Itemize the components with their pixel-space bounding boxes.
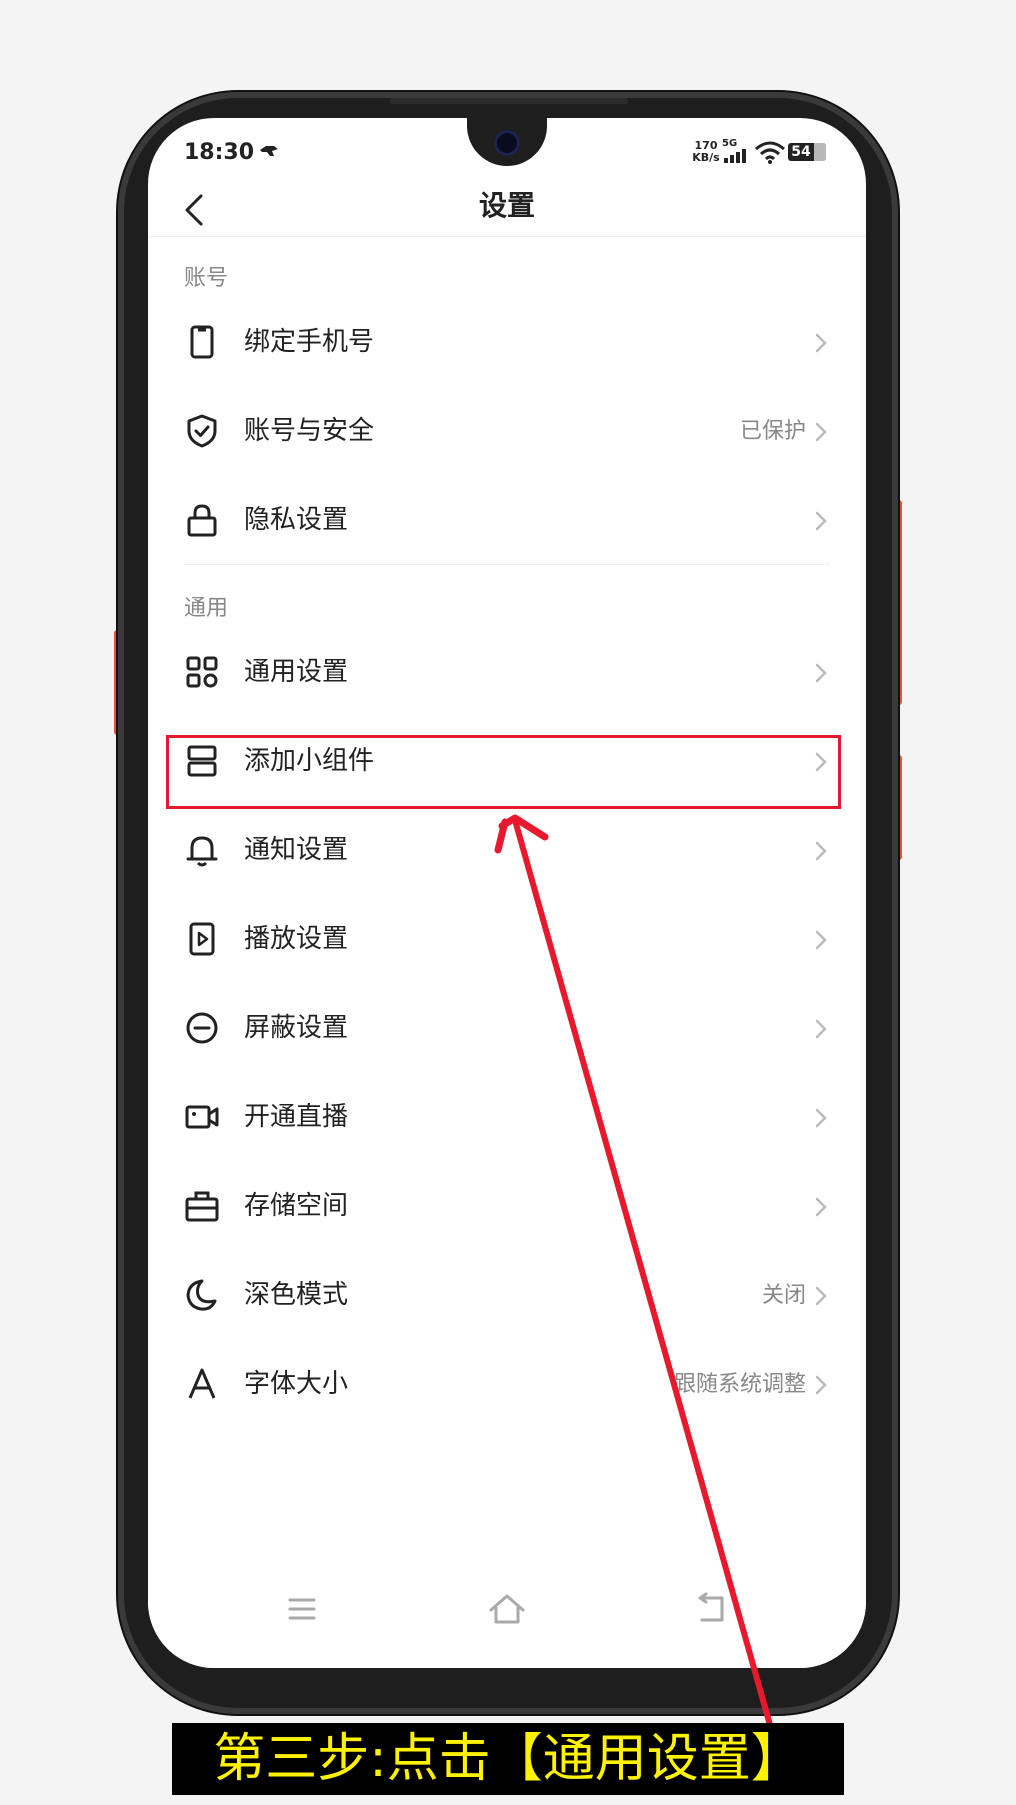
speaker-grille [390,98,628,104]
grid-icon [186,656,218,688]
menu-nav-button[interactable] [280,1590,324,1630]
settings-row-label: 账号与安全 [244,416,375,446]
block-icon [186,1012,218,1044]
lock-icon [187,504,217,537]
storage-icon [185,1191,219,1222]
settings-row-notifications[interactable]: 通知设置 [148,806,866,896]
settings-row-block[interactable]: 屏蔽设置 [148,984,866,1074]
notification-app-icon [258,142,280,163]
phone-icon [190,325,214,359]
chevron-right-icon [815,511,827,531]
settings-row-dark-mode[interactable]: 深色模式 关闭 [148,1251,866,1341]
settings-row-privacy[interactable]: 隐私设置 [148,476,866,566]
chevron-right-icon [815,422,827,442]
chevron-right-icon [815,663,827,683]
highlight-box [166,735,841,809]
return-icon [698,1592,724,1622]
tutorial-caption: 第三步:点击【通用设置】 [172,1723,844,1795]
settings-row-playback[interactable]: 播放设置 [148,895,866,985]
settings-row-label: 绑定手机号 [244,327,375,357]
home-icon [489,1594,525,1624]
settings-row-storage[interactable]: 存储空间 [148,1162,866,1252]
chevron-right-icon [815,333,827,353]
chevron-right-icon [815,1019,827,1039]
chevron-right-icon [815,1286,827,1306]
bell-icon [186,836,218,867]
settings-row-label: 屏蔽设置 [244,1013,349,1043]
settings-row-label: 开通直播 [244,1102,349,1132]
section-divider [184,564,830,565]
front-camera [494,130,520,156]
system-nav-bar [148,1578,866,1668]
chevron-right-icon [815,1375,827,1395]
status-time: 18:30 [184,140,255,165]
settings-row-account-security[interactable]: 账号与安全 已保护 [148,387,866,477]
chevron-right-icon [815,841,827,861]
signal-icon [724,149,750,163]
menu-icon [288,1598,316,1620]
settings-row-label: 播放设置 [244,924,349,954]
page-title: 设置 [478,189,535,222]
battery-icon: 54 [788,143,826,161]
section-title-account: 账号 [184,266,229,291]
settings-row-label: 存储空间 [244,1191,349,1221]
settings-row-value: 已保护 [739,419,806,444]
settings-row-label: 隐私设置 [244,505,349,535]
settings-row-live[interactable]: 开通直播 [148,1073,866,1163]
chevron-right-icon [815,1108,827,1128]
camera-icon [185,1105,219,1129]
shield-check-icon [187,414,217,448]
network-type: 5G [722,138,738,149]
settings-row-font-size[interactable]: 字体大小 跟随系统调整 [148,1340,866,1430]
font-icon [188,1368,216,1399]
settings-row-general-settings[interactable]: 通用设置 [148,628,866,718]
settings-row-label: 通用设置 [244,657,349,687]
back-nav-button[interactable] [690,1590,734,1630]
settings-row-bind-phone[interactable]: 绑定手机号 [148,298,866,388]
chevron-right-icon [815,930,827,950]
section-title-general: 通用 [184,596,229,621]
chevron-right-icon [815,1197,827,1217]
moon-icon [186,1279,217,1311]
settings-row-value: 关闭 [761,1283,806,1308]
settings-row-value: 跟随系统调整 [673,1372,806,1397]
settings-row-label: 字体大小 [244,1369,349,1399]
header-divider [148,236,866,237]
settings-row-label: 通知设置 [244,835,349,865]
settings-row-label: 深色模式 [244,1280,349,1310]
wifi-icon [754,140,786,164]
play-icon [189,922,215,956]
battery-level: 54 [791,144,811,160]
phone-screen: 18:30 170 KB/s 5G 54 设置 账号 绑定手机号 账号与安全 已… [148,118,866,1668]
home-nav-button[interactable] [485,1590,529,1630]
